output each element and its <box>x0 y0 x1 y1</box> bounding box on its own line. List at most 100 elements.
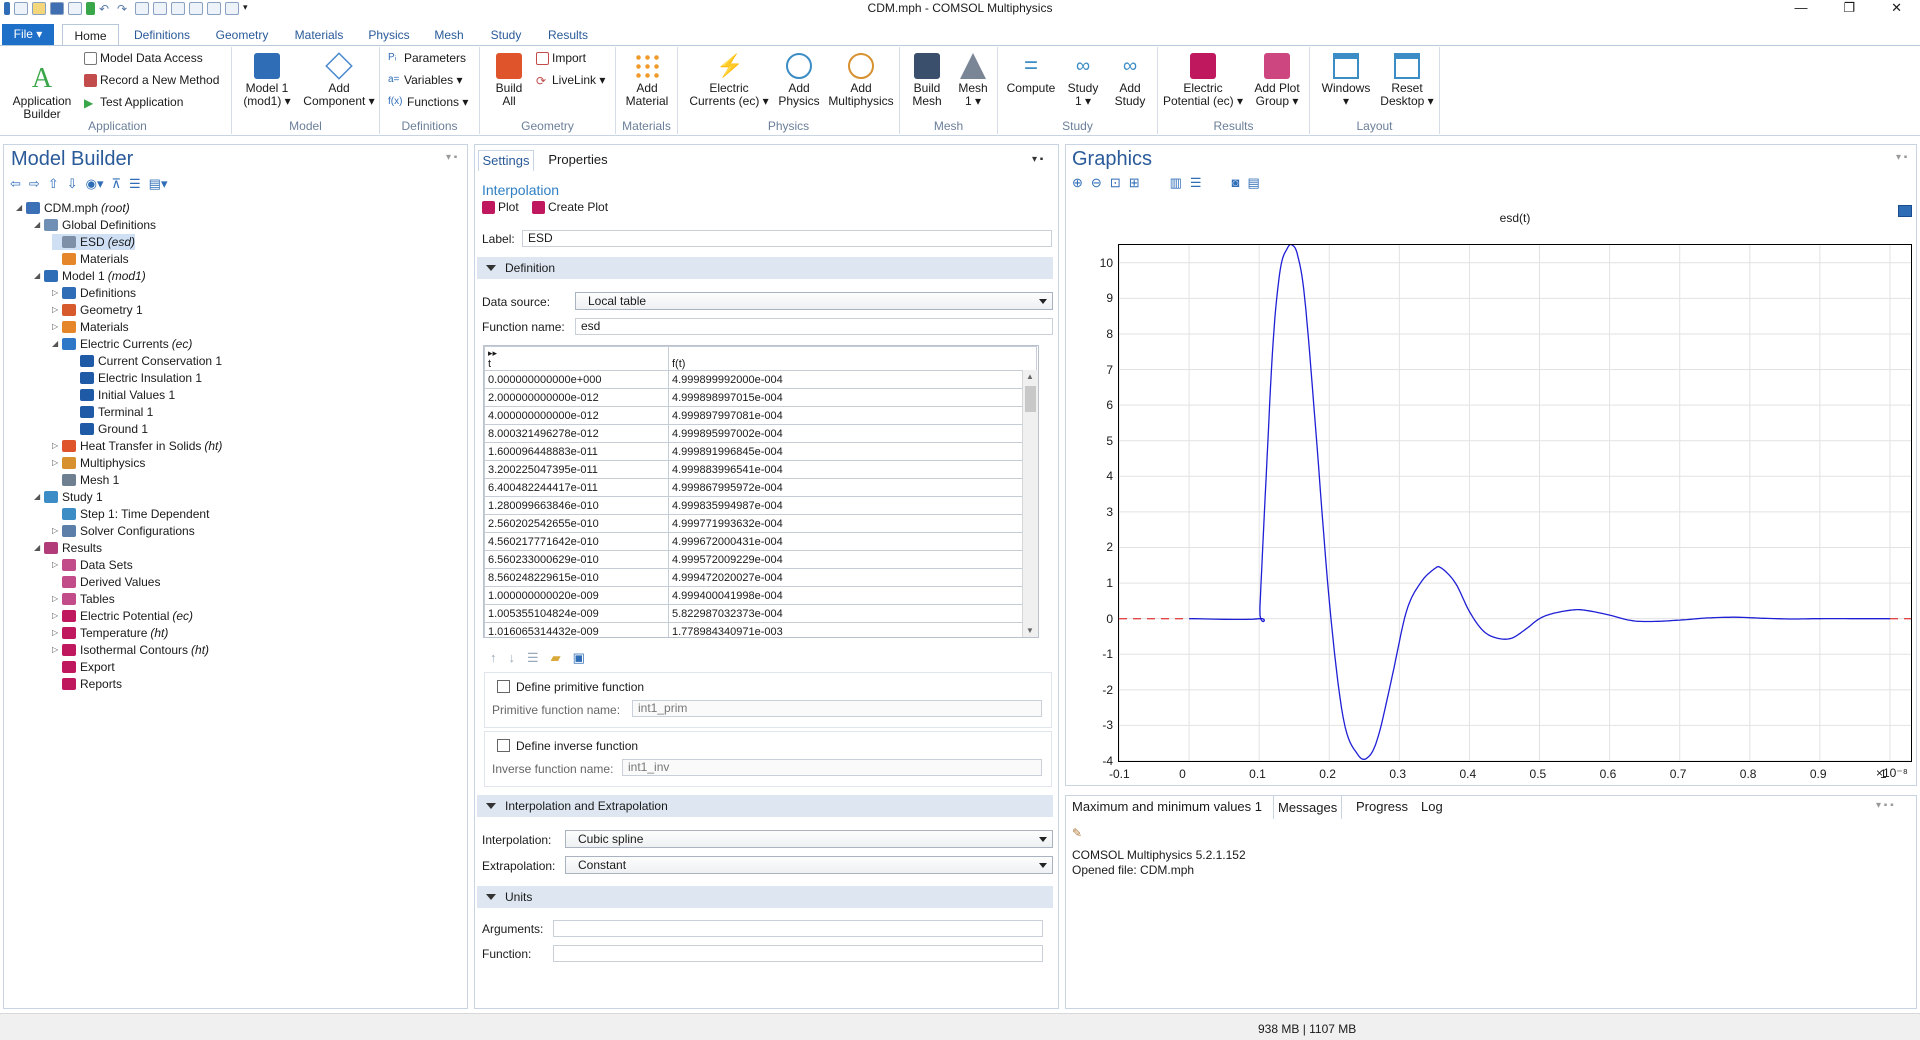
tab-properties[interactable]: Properties <box>540 150 616 171</box>
primitive-name-input[interactable]: int1_prim <box>632 700 1042 717</box>
table-row[interactable]: 4.560217771642e-010 4.999672000431e-004 <box>484 532 1037 551</box>
tree-node[interactable]: ▷ Tables <box>52 591 115 607</box>
column-header-t[interactable]: ▸▸ t <box>484 346 669 371</box>
tree-expander-icon[interactable]: ▷ <box>52 591 62 607</box>
load-from-file-icon[interactable]: ▰ <box>551 650 561 666</box>
tree-node[interactable]: ◢ Model 1 (mod1) <box>34 268 146 284</box>
plot-area[interactable] <box>1118 244 1912 762</box>
tree-node[interactable]: ▷ Temperature (ht) <box>52 625 168 641</box>
tree-node[interactable]: ▷ Data Sets <box>52 557 133 573</box>
column-header-f[interactable]: f(t) <box>668 346 1037 371</box>
model-tree-options-icon[interactable]: ▤▾ <box>149 176 168 192</box>
tree-expander-icon[interactable]: ◢ <box>34 268 44 284</box>
table-row[interactable]: 1.016065314432e-009 1.778984340971e-003 <box>484 622 1037 637</box>
functions-button[interactable]: f(x) Functions ▾ <box>388 95 468 109</box>
electric-potential-button[interactable]: Electric Potential (ec) ▾ <box>1162 53 1244 108</box>
tree-node[interactable]: ▷ Materials <box>52 319 129 335</box>
tab-home[interactable]: Home <box>62 24 119 46</box>
tree-node[interactable]: ▷ Isothermal Contours (ht) <box>52 642 209 658</box>
compute-button[interactable]: = Compute <box>1002 53 1060 95</box>
table-row[interactable]: 3.200225047395e-011 4.999883996541e-004 <box>484 460 1037 479</box>
zoom-box-icon[interactable]: ⊡ <box>1110 175 1121 191</box>
settings-panel-menu-icon[interactable]: ▾ ▪ <box>1032 154 1043 165</box>
file-menu-button[interactable]: File ▾ <box>2 24 54 45</box>
tree-node[interactable]: ▷ Definitions <box>52 285 136 301</box>
show-icon[interactable]: ◉▾ <box>86 176 104 192</box>
tree-expander-icon[interactable]: ▷ <box>52 455 62 471</box>
add-study-button[interactable]: ∞ Add Study <box>1106 53 1154 108</box>
cell-f[interactable]: 4.999899992000e-004 <box>668 370 1037 389</box>
cell-t[interactable]: 6.400482244417e-011 <box>484 478 669 497</box>
cell-t[interactable]: 8.000321496278e-012 <box>484 424 669 443</box>
cell-f[interactable]: 4.999672000431e-004 <box>668 532 1037 551</box>
zoom-in-icon[interactable]: ⊕ <box>1072 175 1083 191</box>
cell-t[interactable]: 4.000000000000e-012 <box>484 406 669 425</box>
print-icon[interactable]: ▤ <box>1247 175 1259 191</box>
move-down-icon[interactable]: ⇩ <box>67 176 78 192</box>
tab-max-min-values[interactable]: Maximum and minimum values 1 <box>1068 795 1266 819</box>
move-row-down-icon[interactable]: ↓ <box>509 650 516 666</box>
tree-node[interactable]: ▷ Geometry 1 <box>52 302 143 318</box>
record-method-button[interactable]: Record a New Method <box>84 73 219 87</box>
cell-t[interactable]: 6.560233000629e-010 <box>484 550 669 569</box>
tree-node[interactable]: Materials <box>52 251 129 267</box>
tree-expander-icon[interactable]: ◢ <box>34 217 44 233</box>
close-button[interactable]: ✕ <box>1891 0 1902 16</box>
tab-mesh[interactable]: Mesh <box>424 24 474 46</box>
parameters-button[interactable]: Pᵢ Parameters <box>388 51 466 65</box>
clear-table-icon[interactable]: ☰ <box>527 650 539 666</box>
cell-t[interactable]: 4.560217771642e-010 <box>484 532 669 551</box>
tree-node[interactable]: ◢ Global Definitions <box>34 217 156 233</box>
tab-progress[interactable]: Progress <box>1352 795 1412 819</box>
tree-node[interactable]: ◢ CDM.mph (root) <box>16 200 130 216</box>
tree-node[interactable]: Mesh 1 <box>52 472 119 488</box>
table-row[interactable]: 2.560202542655e-010 4.999771993632e-004 <box>484 514 1037 533</box>
zoom-out-icon[interactable]: ⊖ <box>1091 175 1102 191</box>
tree-node[interactable]: Current Conservation 1 <box>70 353 222 369</box>
add-plot-group-button[interactable]: Add Plot Group ▾ <box>1246 53 1308 108</box>
label-input[interactable]: ESD <box>522 230 1052 247</box>
tree-node[interactable]: Ground 1 <box>70 421 148 437</box>
maximize-button[interactable]: ❐ <box>1843 0 1855 16</box>
cell-f[interactable]: 4.999400041998e-004 <box>668 586 1037 605</box>
application-builder-button[interactable]: A Application Builder <box>10 53 74 121</box>
minimize-button[interactable]: — <box>1794 0 1807 16</box>
tree-node[interactable]: Reports <box>52 676 122 692</box>
cell-t[interactable]: 0.000000000000e+000 <box>484 370 669 389</box>
tree-expander-icon[interactable]: ▷ <box>52 319 62 335</box>
tree-expander-icon[interactable]: ◢ <box>52 336 62 352</box>
tree-node[interactable]: Terminal 1 <box>70 404 153 420</box>
electric-currents-button[interactable]: ⚡ Electric Currents (ec) ▾ <box>688 53 770 108</box>
cell-f[interactable]: 4.999867995972e-004 <box>668 478 1037 497</box>
tab-materials[interactable]: Materials <box>284 24 354 46</box>
cell-f[interactable]: 4.999771993632e-004 <box>668 514 1037 533</box>
table-row[interactable]: 6.560233000629e-010 4.999572009229e-004 <box>484 550 1037 569</box>
import-button[interactable]: Import <box>536 51 586 65</box>
tree-expander-icon[interactable]: ◢ <box>34 489 44 505</box>
tree-expander-icon[interactable]: ▷ <box>52 642 62 658</box>
section-definition[interactable]: Definition <box>477 257 1053 279</box>
graphics-panel-menu-icon[interactable]: ▾ ▪ <box>1896 152 1907 163</box>
cell-t[interactable]: 1.016065314432e-009 <box>484 622 669 637</box>
tree-node[interactable]: Electric Insulation 1 <box>70 370 202 386</box>
cell-f[interactable]: 4.999883996541e-004 <box>668 460 1037 479</box>
tree-node[interactable]: ▷ Multiphysics <box>52 455 145 471</box>
table-row[interactable]: 1.000000000020e-009 4.999400041998e-004 <box>484 586 1037 605</box>
tree-expander-icon[interactable]: ▷ <box>52 438 62 454</box>
tree-expander-icon[interactable]: ▷ <box>52 302 62 318</box>
add-material-button[interactable]: Add Material <box>618 53 676 108</box>
tree-node[interactable]: ◢ Electric Currents (ec) <box>52 336 192 352</box>
move-row-up-icon[interactable]: ↑ <box>490 650 497 666</box>
tab-geometry[interactable]: Geometry <box>206 24 278 46</box>
zoom-extents-icon[interactable]: ⊞ <box>1129 175 1140 191</box>
cell-t[interactable]: 8.560248229615e-010 <box>484 568 669 587</box>
tree-node[interactable]: Step 1: Time Dependent <box>52 506 209 522</box>
table-row[interactable]: 0.000000000000e+000 4.999899992000e-004 <box>484 370 1037 389</box>
tree-expander-icon[interactable]: ▷ <box>52 608 62 624</box>
interpolation-select[interactable]: Cubic spline <box>565 830 1053 848</box>
save-to-file-icon[interactable]: ▣ <box>573 650 585 666</box>
mesh1-button[interactable]: Mesh 1 ▾ <box>950 53 996 108</box>
tab-messages[interactable]: Messages <box>1273 795 1343 819</box>
forward-icon[interactable]: ⇨ <box>29 176 40 192</box>
table-row[interactable]: 2.000000000000e-012 4.999898997015e-004 <box>484 388 1037 407</box>
